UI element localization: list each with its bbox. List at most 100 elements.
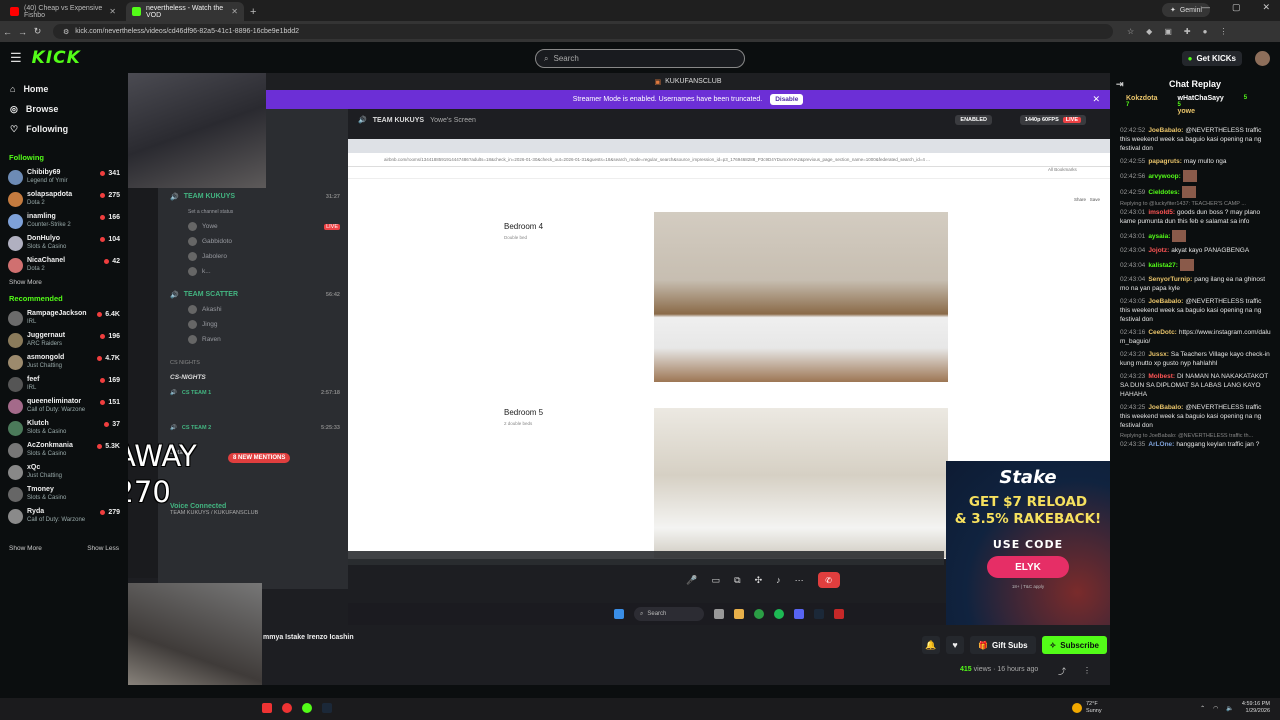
- nav-browse[interactable]: ◎ Browse: [0, 99, 128, 119]
- search-input[interactable]: ⌕ Search: [535, 49, 745, 68]
- chat-username[interactable]: JoeBabalo:: [1148, 127, 1183, 134]
- stake-promo-line-2: & 3.5% RAKEBACK!: [954, 511, 1102, 527]
- puzzle-icon[interactable]: ✚: [1184, 27, 1191, 36]
- chat-message: 02:43:16 CeeDotc: https://www.instagram.co…: [1110, 327, 1280, 349]
- browser-tab-youtube[interactable]: (40) Cheap vs Expensive Fishbo ✕: [4, 2, 122, 21]
- chat-timestamp: 02:42:56: [1120, 172, 1146, 180]
- channel-time: 5:25:33: [321, 424, 340, 431]
- chat-username[interactable]: arvywoop:: [1148, 173, 1181, 180]
- app-icon: [834, 609, 844, 619]
- chat-username[interactable]: papagruts:: [1148, 158, 1182, 165]
- clock[interactable]: 4:59:16 PM 1/29/2026: [1242, 701, 1270, 715]
- chat-username[interactable]: kalista27:: [1148, 262, 1178, 269]
- menu-dots-icon[interactable]: ⋮: [1219, 27, 1227, 36]
- sidebar-channel[interactable]: asmongold Just Chatting 4.7K: [0, 351, 128, 373]
- sidebar-channel[interactable]: xQc Just Chatting: [0, 461, 128, 483]
- sidebar-channel[interactable]: Chibiby69 Legend of Ymir 341: [0, 166, 128, 188]
- wifi-icon[interactable]: ◠: [1213, 705, 1218, 712]
- video-player[interactable]: 🔊 TEAM KUKUYS 31:27 Set a channel status Y…: [128, 73, 1110, 685]
- channel-team-kukuys[interactable]: 🔊 TEAM KUKUYS 31:27: [158, 189, 348, 204]
- chat-username[interactable]: JoeBabalo:: [1148, 298, 1183, 305]
- user-avatar[interactable]: [1255, 51, 1270, 66]
- bedroom-4-photo: [654, 212, 948, 382]
- channel-cs-nights[interactable]: CS-NIGHTS: [158, 370, 348, 385]
- chat-username[interactable]: Molbest:: [1148, 373, 1175, 380]
- new-tab-icon[interactable]: +: [250, 2, 256, 21]
- channel-avatar: [8, 376, 23, 392]
- sidebar-channel[interactable]: DonHulyo Slots & Casino 104: [0, 232, 128, 254]
- weather-widget[interactable]: 72°F Sunny: [1072, 701, 1102, 715]
- youtube-icon[interactable]: [282, 703, 292, 713]
- close-tab-icon[interactable]: ✕: [109, 7, 116, 16]
- subscribe-button[interactable]: ✧ Subscribe: [1041, 636, 1107, 654]
- gift-subs-button[interactable]: 🎁 Gift Subs: [970, 636, 1036, 654]
- close-window-icon[interactable]: ✕: [1262, 2, 1270, 13]
- close-tab-icon[interactable]: ✕: [231, 7, 238, 16]
- back-icon[interactable]: ←: [0, 27, 15, 37]
- close-banner-icon[interactable]: ✕: [1092, 94, 1100, 105]
- channel-info: xQc Just Chatting: [27, 463, 62, 481]
- app-icon[interactable]: [262, 703, 272, 713]
- kick-icon[interactable]: [302, 703, 312, 713]
- channel-category: IRL: [27, 319, 37, 325]
- nav-home[interactable]: ⌂ Home: [0, 79, 128, 99]
- sidebar-channel[interactable]: Tmoney Slots & Casino: [0, 483, 128, 505]
- sidebar-channel[interactable]: queeneliminator Call of Duty: Warzone 151: [0, 395, 128, 417]
- forward-icon[interactable]: →: [15, 27, 30, 37]
- sidebar-channel[interactable]: solapsapdota Dota 2 275: [0, 188, 128, 210]
- chat-username[interactable]: Jussx:: [1148, 351, 1169, 358]
- show-more-recommended[interactable]: Show More: [9, 545, 42, 552]
- kicks-coin-icon: ●: [1187, 54, 1193, 63]
- channel-cs-team-1[interactable]: 🔊 CS TEAM 1 2:57:18: [158, 385, 348, 400]
- channel-cs-team-2[interactable]: 🔊 CS TEAM 2 5:25:33: [158, 420, 348, 435]
- more-options-icon[interactable]: ⋮: [1083, 666, 1091, 675]
- category-cs-nights[interactable]: CS NIGHTS: [158, 355, 348, 370]
- steam-icon[interactable]: [322, 703, 332, 713]
- window-controls: — ▢ ✕: [1201, 2, 1270, 13]
- sidebar-channel[interactable]: NicaChanel Dota 2 42: [0, 254, 128, 276]
- show-more-following[interactable]: Show More: [0, 279, 128, 286]
- chat-username[interactable]: SenyorTurnip:: [1148, 276, 1192, 283]
- get-kicks-button[interactable]: ● Get KICKs: [1181, 51, 1242, 66]
- show-less-recommended[interactable]: Show Less: [87, 545, 119, 552]
- sidebar-channel[interactable]: RampageJackson IRL 6.4K: [0, 307, 128, 329]
- channel-team-scatter[interactable]: 🔊 TEAM SCATTER 56:42: [158, 287, 348, 302]
- minimize-icon[interactable]: —: [1201, 2, 1210, 13]
- reload-icon[interactable]: ↻: [30, 26, 45, 37]
- get-kicks-label: Get KICKs: [1196, 54, 1236, 63]
- chevron-up-icon[interactable]: ⌃: [1200, 705, 1205, 712]
- chat-username[interactable]: imsold5:: [1148, 209, 1175, 216]
- chat-timestamp: 02:42:55: [1120, 158, 1146, 165]
- maximize-icon[interactable]: ▢: [1232, 2, 1241, 13]
- sidebar-channel[interactable]: Klutch Slots & Casino 37: [0, 417, 128, 439]
- sidebar-channel[interactable]: feef IRL 169: [0, 373, 128, 395]
- sidebar-channel[interactable]: inamling Counter-Strike 2 166: [0, 210, 128, 232]
- follow-heart-button[interactable]: ♥: [946, 636, 964, 654]
- bookmark-star-icon[interactable]: ☆: [1127, 27, 1134, 36]
- collapse-chat-icon[interactable]: ⇥: [1116, 79, 1124, 90]
- chat-username[interactable]: CeeDotc:: [1148, 329, 1177, 336]
- shield-icon[interactable]: ◆: [1146, 27, 1152, 36]
- chat-username[interactable]: aysaia:: [1148, 233, 1170, 240]
- chat-username[interactable]: Cieldotes:: [1148, 189, 1179, 196]
- nav-following[interactable]: ♡ Following: [0, 119, 128, 139]
- site-info-icon[interactable]: ⚙: [63, 28, 69, 36]
- extension-icon[interactable]: ▣: [1164, 27, 1172, 36]
- hamburger-menu-icon[interactable]: ☰: [10, 50, 22, 66]
- sidebar-channel[interactable]: AcZonkmania Slots & Casino 5.3K: [0, 439, 128, 461]
- profile-icon[interactable]: ●: [1203, 27, 1208, 36]
- browser-tab-kick[interactable]: nevertheless - Watch the VOD ✕: [126, 2, 244, 21]
- sidebar-channel[interactable]: Ryda Call of Duty: Warzone 279: [0, 505, 128, 527]
- volume-icon[interactable]: 🔈: [1226, 705, 1233, 712]
- chat-username[interactable]: JoeBabalo:: [1148, 404, 1183, 411]
- sidebar-channel[interactable]: Juggernaut ARC Raiders 196: [0, 329, 128, 351]
- kick-logo[interactable]: KICK: [32, 48, 81, 68]
- chat-username[interactable]: ArLOne:: [1148, 441, 1174, 448]
- notification-bell-button[interactable]: 🔔: [922, 636, 940, 654]
- share-icon[interactable]: ⤴: [1058, 666, 1066, 677]
- url-field[interactable]: ⚙ kick.com/nevertheless/videos/cd46df96-…: [53, 24, 1113, 39]
- chat-username[interactable]: Jojotz:: [1148, 247, 1169, 254]
- channel-name: TEAM SCATTER: [183, 291, 239, 298]
- disable-streamer-mode-button[interactable]: Disable: [770, 94, 804, 105]
- new-mentions-badge[interactable]: 8 NEW MENTIONS: [228, 453, 291, 463]
